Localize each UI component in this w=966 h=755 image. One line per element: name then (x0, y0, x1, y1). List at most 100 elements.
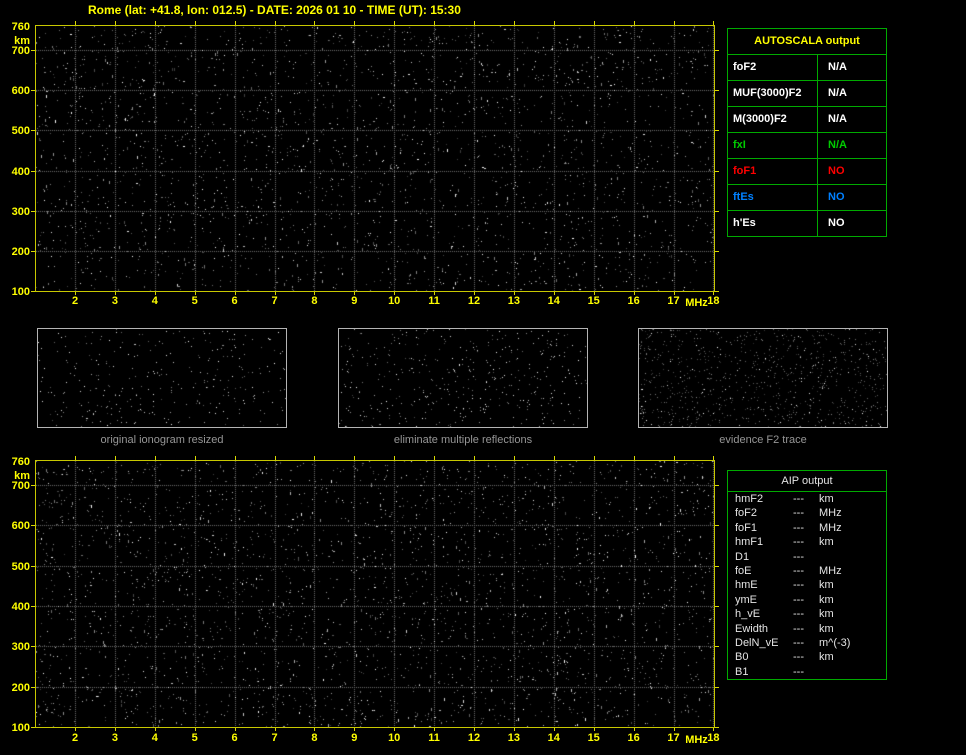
ionogram-top-frame (35, 25, 715, 292)
aip-row: DelN_vE --- m^(-3) (728, 636, 886, 650)
aip-row-unit: km (819, 622, 834, 635)
aip-row-value: --- (793, 507, 804, 520)
axis-tick (554, 456, 555, 460)
axis-tick (715, 211, 719, 212)
axis-tick (394, 292, 395, 295)
axis-tick (31, 90, 35, 91)
axis-tick (434, 456, 435, 460)
axis-tick (715, 687, 719, 688)
aip-row-label: Ewidth (735, 622, 769, 635)
axis-tick (514, 456, 515, 460)
autoscala-output-table: AUTOSCALA output foF2 N/A MUF(3000)F2 N/A M(… (727, 28, 887, 237)
x-axis-label: 2 (71, 295, 79, 307)
aip-row-value: --- (793, 636, 804, 649)
x-axis-label: 14 (547, 295, 560, 307)
axis-tick (275, 292, 276, 295)
axis-tick (634, 21, 635, 25)
autoscala-row: fxI N/A (728, 133, 886, 159)
axis-tick (275, 21, 276, 25)
x-axis-label: 13 (507, 732, 521, 744)
axis-tick (195, 456, 196, 460)
aip-row-label: B1 (735, 665, 749, 678)
axis-tick (713, 728, 714, 731)
x-axis-label: 10 (388, 732, 401, 744)
axis-tick (155, 456, 156, 460)
page-title: Rome (lat: +41.8, lon: 012.5) - DATE: 20… (88, 3, 461, 17)
autoscala-row-value: NO (828, 165, 845, 177)
autoscala-row-label: M(3000)F2 (728, 107, 818, 132)
y-axis-label: 200 (11, 245, 30, 258)
aip-row-unit: km (819, 608, 834, 621)
ionogram-bottom-canvas (36, 461, 714, 727)
axis-tick (674, 728, 675, 731)
axis-tick (354, 728, 355, 731)
axis-tick (514, 728, 515, 731)
x-axis-label: 17 (667, 732, 680, 744)
axis-tick (594, 292, 595, 295)
axis-tick (31, 291, 35, 292)
axis-tick (354, 21, 355, 25)
autoscala-row: M(3000)F2 N/A (728, 107, 886, 133)
y-axis-label: 300 (11, 641, 30, 654)
axis-tick (31, 130, 35, 131)
x-axis-label: 14 (547, 732, 560, 744)
autoscala-row-label: foF2 (728, 55, 818, 80)
y-axis-label: 200 (11, 681, 30, 694)
aip-row: B1 --- (728, 665, 886, 679)
x-axis-label: 16 (627, 295, 640, 307)
axis-tick (713, 456, 714, 460)
x-axis-label: 11 (428, 295, 440, 307)
x-axis-label: 9 (351, 732, 358, 744)
axis-tick (115, 21, 116, 25)
axis-tick (434, 728, 435, 731)
autoscala-row: h'Es NO (728, 211, 886, 236)
axis-tick (715, 646, 719, 647)
autoscala-row-value: N/A (828, 139, 847, 151)
aip-row-value: --- (793, 593, 804, 606)
axis-tick (514, 292, 515, 295)
y-axis-label: 100 (11, 722, 30, 734)
aip-row-value: --- (793, 651, 804, 664)
aip-row-value: --- (793, 521, 804, 534)
x-axis-label: 12 (467, 295, 481, 307)
aip-output-table: AIP output hmF2 --- km foF2 --- MHz foF1 --- MHz… (727, 470, 887, 681)
axis-tick (474, 728, 475, 731)
thumbnail-caption-original: original ionogram resized (100, 434, 224, 446)
axis-tick (713, 21, 714, 25)
y-axis-unit: km (14, 35, 30, 47)
autoscala-row: foF2 N/A (728, 55, 886, 81)
x-axis-label: 4 (151, 732, 158, 744)
aip-row-value: --- (793, 622, 804, 635)
aip-row-label: hmE (735, 579, 758, 592)
axis-tick (554, 728, 555, 731)
aip-table-body: hmF2 --- km foF2 --- MHz foF1 --- MHz hmF1 --- km D1… (728, 492, 886, 679)
axis-tick (715, 566, 719, 567)
axis-tick (715, 291, 719, 292)
x-axis-label: 15 (587, 732, 600, 744)
autoscala-row-label: MUF(3000)F2 (728, 81, 818, 106)
thumbnail-caption-evidence: evidence F2 trace (719, 434, 807, 446)
axis-tick (594, 21, 595, 25)
axis-tick (75, 292, 76, 295)
axis-tick (634, 728, 635, 731)
axis-tick (713, 292, 714, 295)
axis-tick (75, 728, 76, 731)
axis-tick (31, 687, 35, 688)
axis-tick (31, 211, 35, 212)
aip-row: hmF1 --- km (728, 535, 886, 549)
autoscala-row: ftEs NO (728, 185, 886, 211)
autoscala-row-label: foF1 (728, 159, 818, 184)
aip-row-value: --- (793, 536, 804, 549)
axis-tick (394, 456, 395, 460)
x-axis-label: 7 (271, 295, 278, 307)
axis-tick (235, 728, 236, 731)
aip-row: ymE --- km (728, 593, 886, 607)
aip-row-value: --- (793, 550, 804, 563)
aip-row: foF1 --- MHz (728, 521, 886, 535)
x-axis-label: 13 (507, 295, 521, 307)
axis-tick (394, 21, 395, 25)
axis-tick (354, 456, 355, 460)
axis-tick (155, 21, 156, 25)
aip-row: B0 --- km (728, 650, 886, 664)
aip-row-label: h_vE (735, 608, 761, 621)
